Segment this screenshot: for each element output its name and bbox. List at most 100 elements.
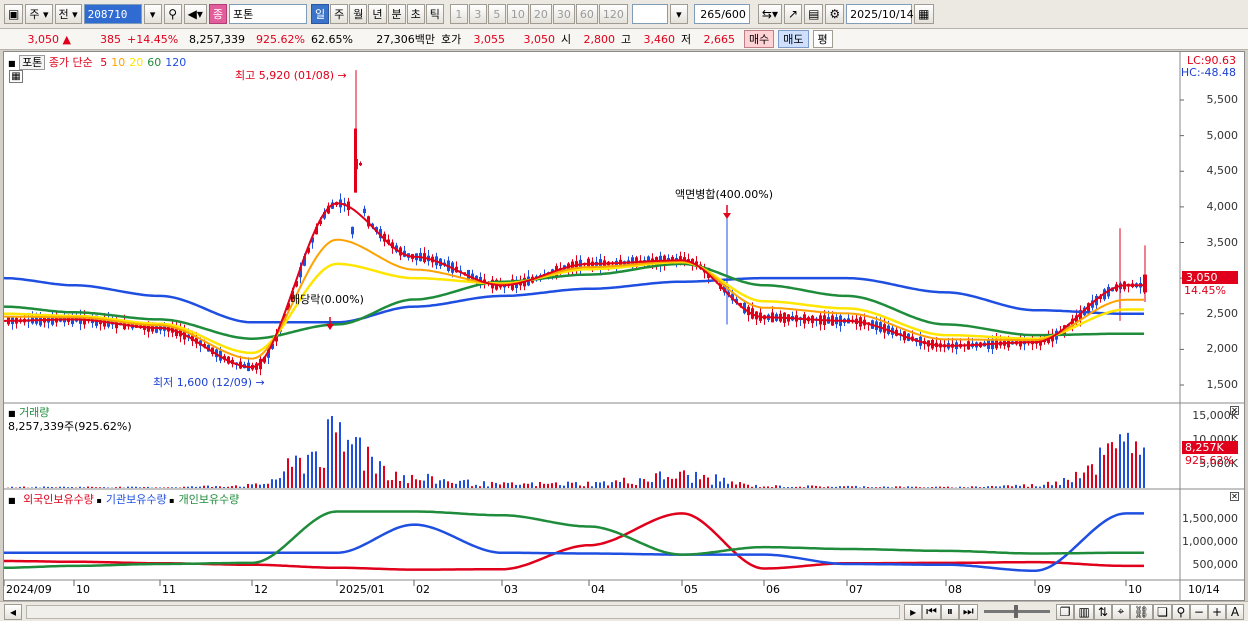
volume-bar: [119, 486, 121, 488]
x-axis-label: 06: [766, 583, 780, 596]
ma-period-120[interactable]: 120: [165, 56, 186, 69]
buy-button[interactable]: 매수: [744, 30, 775, 48]
interval-dropdown-button[interactable]: ▾: [669, 4, 688, 24]
holdings-series-label[interactable]: 외국인보유수량: [23, 493, 94, 506]
split-view-icon[interactable]: ⇅: [1093, 603, 1112, 620]
draw-line-icon[interactable]: ↗: [784, 4, 803, 24]
x-axis-label: 11: [162, 583, 176, 596]
volume-bar: [359, 437, 361, 488]
volume-bar: [887, 486, 889, 488]
timeframe-tab[interactable]: 분: [387, 4, 406, 24]
chart-tools-icon[interactable]: ⇆▾: [757, 4, 782, 24]
window-copy-icon[interactable]: ❐: [1055, 603, 1075, 620]
timeframe-tab[interactable]: 월: [349, 4, 368, 24]
chart-canvas[interactable]: [4, 52, 1244, 600]
y-tick-label: 500,000: [1192, 558, 1239, 571]
sell-button[interactable]: 매도: [778, 30, 809, 48]
hc-label: HC:-48.48: [1180, 66, 1236, 79]
volume-bar: [1119, 434, 1121, 488]
range-input[interactable]: 265/600: [693, 4, 750, 24]
average-button[interactable]: 평: [812, 30, 833, 48]
volume-bar: [271, 479, 273, 488]
volume-bar: [667, 477, 669, 488]
interval-tab[interactable]: 120: [598, 4, 628, 24]
timeframe-tab[interactable]: 초: [406, 4, 425, 24]
interval-tab[interactable]: 60: [575, 4, 598, 24]
close-holdings-panel-icon[interactable]: ✕: [1230, 492, 1239, 501]
layers-icon[interactable]: ❏: [1153, 603, 1172, 620]
volume-bar: [631, 483, 633, 488]
volume-bar: [867, 487, 869, 488]
scroll-right-icon[interactable]: ▸: [904, 603, 923, 620]
price-value: 3,050: [27, 32, 60, 46]
scroll-track[interactable]: [26, 604, 901, 619]
stock-code-input[interactable]: 208710: [83, 4, 142, 24]
last-page-icon[interactable]: ⏭: [958, 603, 978, 620]
ma-period-20[interactable]: 20: [129, 56, 143, 69]
timeframe-tab[interactable]: 틱: [425, 4, 444, 24]
interval-tab[interactable]: 20: [529, 4, 552, 24]
search-icon[interactable]: ⚲: [163, 4, 182, 24]
volume-bar: [431, 476, 433, 488]
current-pct-tag: 14.45%: [1184, 284, 1226, 297]
zoom-out-icon[interactable]: −: [1189, 603, 1208, 620]
prev-button[interactable]: 전 ▾: [54, 4, 82, 24]
zoom-slider-handle[interactable]: [1013, 605, 1018, 618]
interval-tab[interactable]: 10: [506, 4, 529, 24]
font-size-icon[interactable]: A: [1226, 603, 1244, 620]
interval-tab[interactable]: 30: [552, 4, 575, 24]
volume-bar: [1051, 485, 1053, 488]
pause-icon[interactable]: ⏸: [940, 603, 959, 620]
date-input[interactable]: 2025/10/14: [846, 4, 914, 24]
volume-bar: [519, 484, 521, 488]
code-dropdown-button[interactable]: ▾: [143, 4, 162, 24]
link-icon[interactable]: ⛓: [1129, 603, 1154, 620]
window-icon[interactable]: ▣: [4, 4, 24, 24]
timeframe-tab[interactable]: 년: [368, 4, 387, 24]
zoom-in-icon[interactable]: +: [1207, 603, 1226, 620]
interval-tab[interactable]: 1: [449, 4, 468, 24]
zoom-icon[interactable]: ⚲: [1171, 603, 1190, 620]
volume-bar: [47, 486, 49, 488]
candle-body: [351, 226, 354, 235]
close-volume-panel-icon[interactable]: ✕: [1230, 406, 1239, 415]
timeframe-tab[interactable]: 주: [330, 4, 349, 24]
interval-custom-input[interactable]: [631, 4, 668, 24]
interval-tab[interactable]: 3: [468, 4, 487, 24]
gear-icon[interactable]: ⚙: [825, 4, 845, 24]
grid-toggle-icon[interactable]: ▦: [9, 70, 23, 83]
timeframe-tab[interactable]: 일: [311, 4, 330, 24]
first-page-icon[interactable]: ⏮: [922, 603, 941, 620]
volume-bar: [635, 484, 637, 488]
holdings-series-label[interactable]: 개인보유수량: [179, 493, 240, 506]
volume-bar: [711, 484, 713, 488]
ma-period-60[interactable]: 60: [147, 56, 161, 69]
holdings-series-label[interactable]: 기관보유수량: [106, 493, 167, 506]
volume-bar: [851, 486, 853, 488]
stock-name-field[interactable]: 포톤: [229, 4, 308, 24]
crosshair-icon[interactable]: ⌖: [1111, 603, 1130, 620]
volume-bar: [1111, 442, 1113, 488]
speaker-icon[interactable]: ◀▾: [183, 4, 207, 24]
volume-bar: [971, 486, 973, 488]
change-value: 385: [100, 32, 121, 46]
bottom-scroll-bar: ◂ ▸ ⏮ ⏸ ⏭ ❐ ▥ ⇅ ⌖ ⛓ ❏ ⚲ − + A: [0, 601, 1248, 621]
volume-bar: [375, 473, 377, 488]
stock-tag[interactable]: 포톤: [19, 55, 46, 70]
ma-label[interactable]: 종가 단순: [49, 56, 93, 69]
ma-period-5[interactable]: 5: [100, 56, 107, 69]
volume-bar: [19, 486, 21, 488]
save-icon[interactable]: ▤: [804, 4, 824, 24]
chart-area[interactable]: ■ 포톤 종가 단순 5 10 20 60 120 ▦ LC:90.63 HC:-48.…: [3, 51, 1245, 601]
scroll-left-icon[interactable]: ◂: [4, 603, 22, 620]
volume-bar: [651, 482, 653, 488]
period-prefix-dropdown[interactable]: 주 ▾: [25, 4, 53, 24]
interval-tab[interactable]: 5: [487, 4, 506, 24]
volume-bar: [763, 486, 765, 488]
calendar-icon[interactable]: ▦: [914, 4, 934, 24]
zoom-slider[interactable]: [983, 605, 1050, 618]
volume-bar: [983, 487, 985, 488]
bar-chart-icon[interactable]: ▥: [1074, 603, 1094, 620]
volume-bar: [811, 485, 813, 488]
ma-period-10[interactable]: 10: [111, 56, 125, 69]
